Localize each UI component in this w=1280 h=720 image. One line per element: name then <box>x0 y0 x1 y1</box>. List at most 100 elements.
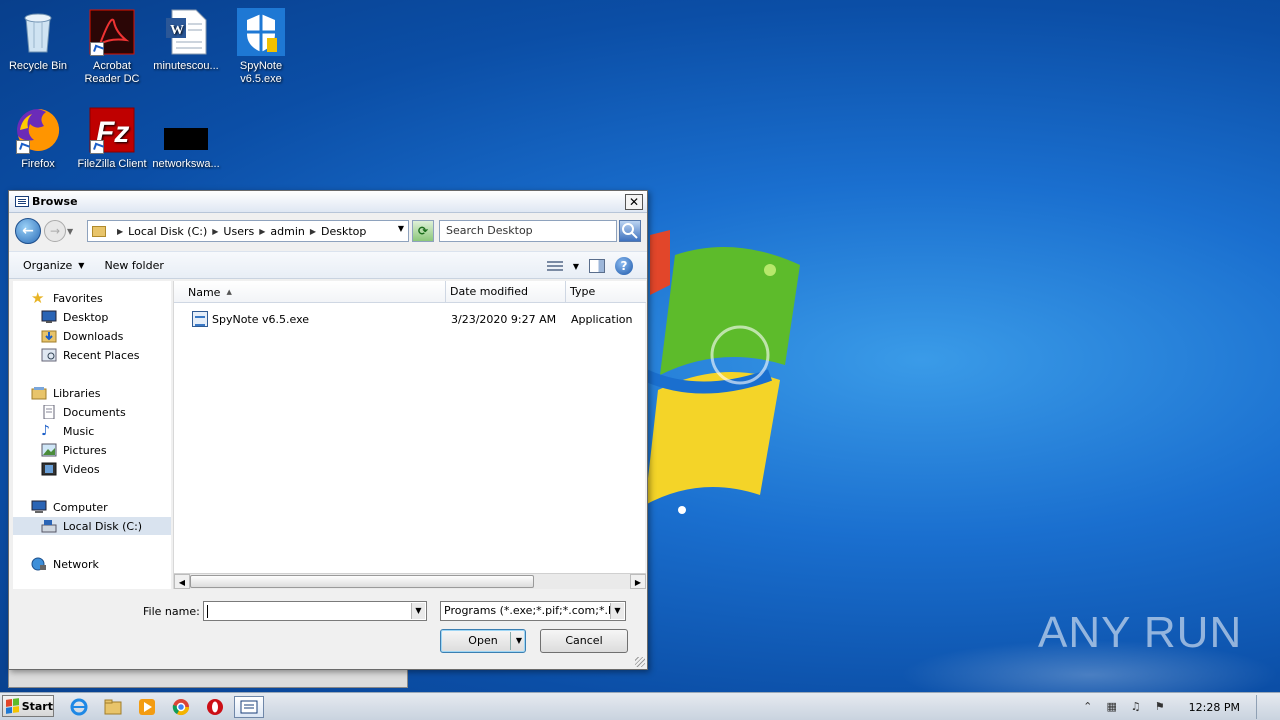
nav-desktop[interactable]: Desktop <box>41 308 108 326</box>
arrow-left-icon: ← <box>22 223 34 239</box>
filter-value: Programs (*.exe;*.pif;*.com;*.ba <box>444 604 622 617</box>
cancel-button[interactable]: Cancel <box>540 629 628 653</box>
scroll-left-icon[interactable]: ◀ <box>174 574 190 589</box>
action-center-flag-icon[interactable]: ⚑ <box>1153 700 1167 714</box>
column-label: Date modified <box>450 285 528 298</box>
nav-downloads[interactable]: Downloads <box>41 327 123 345</box>
libraries-icon <box>31 386 47 400</box>
close-button[interactable]: ✕ <box>625 194 643 210</box>
desktop-icon-firefox[interactable]: Firefox <box>0 106 76 171</box>
desktop-icon <box>41 310 57 324</box>
horizontal-scrollbar[interactable]: ◀ ▶ <box>174 573 646 589</box>
nav-recent-places[interactable]: Recent Places <box>41 346 140 364</box>
dialog-titlebar[interactable]: Browse <box>9 191 647 213</box>
view-options-icon[interactable] <box>546 259 563 273</box>
new-folder-button[interactable]: New folder <box>104 259 163 272</box>
chevron-down-icon[interactable]: ▼ <box>610 603 624 619</box>
breadcrumb-desktop[interactable]: Desktop <box>321 225 366 238</box>
search-input[interactable]: Search Desktop <box>439 220 617 242</box>
back-button[interactable]: ← <box>15 218 41 244</box>
chrome-icon <box>172 699 190 716</box>
taskbar-opera[interactable] <box>202 696 228 718</box>
desktop-icon-acrobat[interactable]: Acrobat Reader DC <box>74 8 150 86</box>
recycle-bin-icon <box>14 8 62 56</box>
chevron-right-icon[interactable]: ▶ <box>310 227 316 236</box>
desktop-icon-networks[interactable]: networkswa... <box>148 106 224 171</box>
taskbar-ie[interactable] <box>66 696 92 718</box>
breadcrumb-admin[interactable]: admin <box>270 225 304 238</box>
close-icon: ✕ <box>628 195 640 209</box>
column-header-type[interactable]: Type <box>566 281 646 303</box>
pictures-icon <box>41 443 57 457</box>
breadcrumb-users[interactable]: Users <box>223 225 254 238</box>
network-icon[interactable]: ▦ <box>1105 700 1119 714</box>
recent-places-icon <box>41 348 57 362</box>
taskbar-browse-window[interactable] <box>234 696 264 718</box>
recent-locations-dropdown[interactable]: ▼ <box>67 227 77 236</box>
chevron-down-icon[interactable]: ▼ <box>573 262 579 271</box>
file-row[interactable]: SpyNote v6.5.exe 3/23/2020 9:27 AM Appli… <box>174 309 646 331</box>
nav-local-disk[interactable]: Local Disk (C:) <box>13 517 171 535</box>
scrollbar-thumb[interactable] <box>190 575 534 588</box>
column-header-date[interactable]: Date modified <box>446 281 566 303</box>
volume-icon[interactable]: ♫ <box>1129 700 1143 714</box>
file-type: Application <box>571 313 633 326</box>
nav-music[interactable]: ♪ Music <box>41 422 94 440</box>
help-icon[interactable]: ? <box>615 257 633 275</box>
organize-button[interactable]: Organize ▼ <box>23 259 84 272</box>
nav-libraries[interactable]: Libraries <box>31 384 101 402</box>
filezilla-icon: Fz <box>88 106 136 154</box>
desktop-icon-word-doc[interactable]: W minutescou... <box>148 8 224 73</box>
nav-computer[interactable]: Computer <box>31 498 108 516</box>
system-tray: ⌃ ▦ ♫ ⚑ 12:28 PM <box>1081 695 1270 719</box>
file-type-filter[interactable]: Programs (*.exe;*.pif;*.com;*.ba ▼ <box>440 601 626 621</box>
desktop-icon-recycle-bin[interactable]: Recycle Bin <box>0 8 76 73</box>
column-label: Type <box>570 285 596 298</box>
text-cursor <box>207 605 208 618</box>
chevron-down-icon[interactable]: ▼ <box>516 630 522 652</box>
network-icon <box>31 557 47 571</box>
nav-network[interactable]: Network <box>31 555 99 573</box>
nav-pictures[interactable]: Pictures <box>41 441 107 459</box>
chevron-right-icon[interactable]: ▶ <box>117 227 123 236</box>
nav-label: Favorites <box>53 291 103 305</box>
forward-button[interactable]: → <box>44 220 66 242</box>
firefox-icon <box>14 106 62 154</box>
desktop-icon-filezilla[interactable]: Fz FileZilla Client <box>74 106 150 171</box>
taskbar-explorer[interactable] <box>100 696 126 718</box>
scroll-right-icon[interactable]: ▶ <box>630 574 646 589</box>
nav-label: Documents <box>63 405 126 419</box>
nav-documents[interactable]: Documents <box>41 403 126 421</box>
clock[interactable]: 12:28 PM <box>1189 701 1240 714</box>
executable-icon <box>192 311 208 327</box>
show-desktop-button[interactable] <box>1256 695 1270 719</box>
taskbar-chrome[interactable] <box>168 696 194 718</box>
preview-pane-icon[interactable] <box>589 259 605 273</box>
address-bar[interactable]: ▶ Local Disk (C:) ▶ Users ▶ admin ▶ Desk… <box>87 220 409 242</box>
breadcrumb-local-disk[interactable]: Local Disk (C:) <box>128 225 207 238</box>
desktop-icon-label: Firefox <box>21 158 55 170</box>
resize-grip[interactable] <box>635 657 645 667</box>
nav-videos[interactable]: Videos <box>41 460 100 478</box>
file-name-input[interactable]: ▼ <box>203 601 427 621</box>
chevron-right-icon[interactable]: ▶ <box>212 227 218 236</box>
desktop-icon-spynote[interactable]: SpyNote v6.5.exe <box>223 8 299 86</box>
chevron-down-icon[interactable]: ▼ <box>411 603 425 619</box>
watermark-text: ANY RUN <box>1038 608 1243 657</box>
command-toolbar: Organize ▼ New folder ▼ ? <box>9 251 647 279</box>
refresh-button[interactable]: ⟳ <box>412 220 434 242</box>
chevron-right-icon[interactable]: ▶ <box>259 227 265 236</box>
nav-label: Music <box>63 424 95 438</box>
search-button[interactable] <box>619 220 641 242</box>
column-header-name[interactable]: Name ▲ <box>174 281 446 303</box>
internet-explorer-icon <box>70 698 88 716</box>
open-button[interactable]: Open ▼ <box>440 629 526 653</box>
nav-label: Videos <box>63 462 100 476</box>
taskbar-media-player[interactable] <box>134 696 160 718</box>
start-button[interactable]: Start <box>2 695 54 717</box>
nav-favorites[interactable]: ★ Favorites <box>31 289 103 307</box>
chevron-down-icon[interactable]: ▼ <box>398 224 404 233</box>
show-hidden-icons-icon[interactable]: ⌃ <box>1081 700 1095 714</box>
chevron-down-icon: ▼ <box>78 260 85 270</box>
folder-icon <box>92 225 106 237</box>
